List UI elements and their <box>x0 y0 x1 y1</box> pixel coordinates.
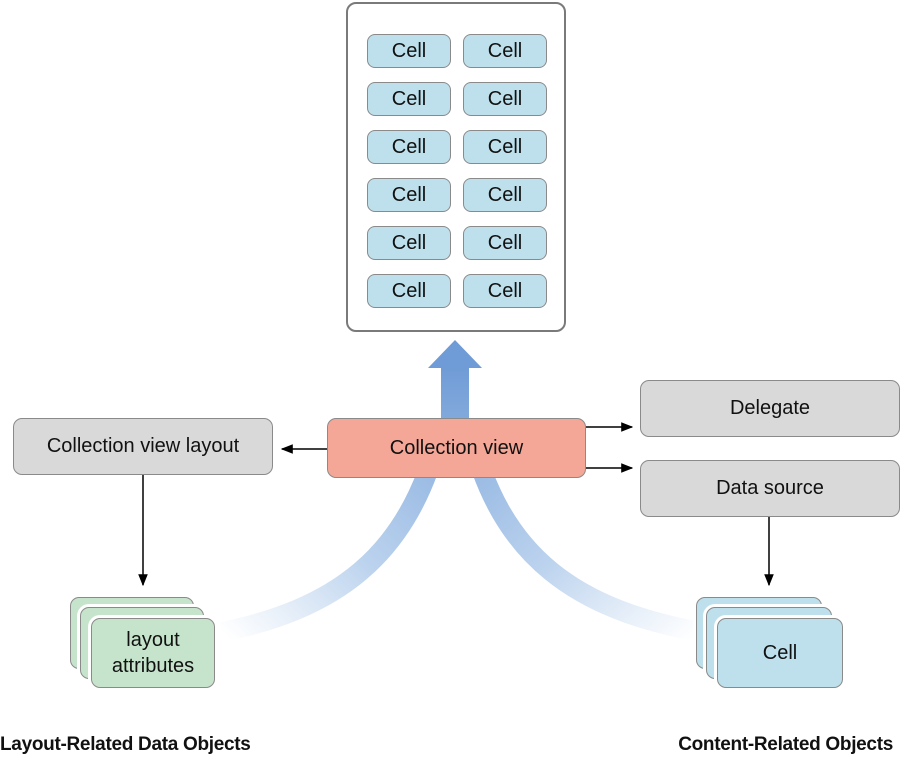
grid-cell: Cell <box>463 82 547 116</box>
collection-view-layout-label: Collection view layout <box>46 435 240 457</box>
grid-cell: Cell <box>463 178 547 212</box>
grid-cell: Cell <box>463 34 547 68</box>
content-related-caption: Content-Related Objects <box>678 734 893 755</box>
data-source-node: Data source <box>640 460 900 517</box>
delegate-node: Delegate <box>640 380 900 437</box>
delegate-label: Delegate <box>729 397 811 419</box>
layout-related-caption: Layout-Related Data Objects <box>0 734 251 755</box>
collection-view-layout-node: Collection view layout <box>13 418 273 475</box>
layout-attributes-label: layout attributes <box>111 629 195 677</box>
data-source-label: Data source <box>716 477 824 499</box>
grid-cell: Cell <box>463 274 547 308</box>
grid-cell: Cell <box>367 34 451 68</box>
grid-cell: Cell <box>367 130 451 164</box>
grid-cell: Cell <box>367 178 451 212</box>
grid-cell: Cell <box>367 274 451 308</box>
layout-attributes-node: layout attributes <box>91 618 215 688</box>
collection-view-node: Collection view <box>327 418 586 478</box>
grid-cell: Cell <box>367 82 451 116</box>
grid-cell: Cell <box>463 130 547 164</box>
collection-view-label: Collection view <box>389 436 524 459</box>
grid-cell: Cell <box>367 226 451 260</box>
cell-node: Cell <box>717 618 843 688</box>
grid-cell: Cell <box>463 226 547 260</box>
collection-view-display: Cell Cell Cell Cell Cell Cell Cell Cell … <box>346 2 566 332</box>
cell-label: Cell <box>762 641 798 664</box>
